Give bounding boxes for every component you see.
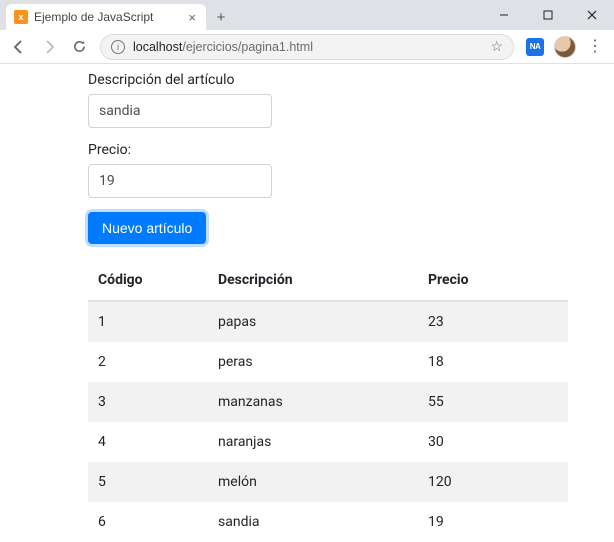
site-info-icon[interactable]: i — [111, 40, 125, 54]
table-header-row: Código Descripción Precio — [88, 260, 568, 301]
close-window-button[interactable] — [570, 0, 614, 30]
window-controls — [482, 0, 614, 30]
tab-title: Ejemplo de JavaScript — [34, 10, 186, 24]
forward-button[interactable] — [36, 34, 62, 60]
cell-precio: 120 — [418, 462, 568, 502]
cell-codigo: 1 — [88, 301, 208, 342]
nuevo-articulo-button[interactable]: Nuevo artículo — [88, 212, 206, 244]
table-row: 6sandia19 — [88, 502, 568, 542]
cell-codigo: 6 — [88, 502, 208, 542]
table-row: 5melón120 — [88, 462, 568, 502]
cell-desc: sandia — [208, 502, 418, 542]
url-host: localhost — [133, 40, 182, 54]
cell-precio: 19 — [418, 502, 568, 542]
avatar-icon — [554, 36, 576, 58]
browser-tab[interactable]: x Ejemplo de JavaScript × — [6, 4, 206, 30]
cell-desc: melón — [208, 462, 418, 502]
back-button[interactable] — [6, 34, 32, 60]
desc-label: Descripción del artículo — [88, 72, 614, 88]
articles-table: Código Descripción Precio 1papas232peras… — [88, 260, 568, 542]
cell-codigo: 3 — [88, 382, 208, 422]
browser-toolbar: i localhost/ejercicios/pagina1.html ☆ NA… — [0, 30, 614, 64]
extension-badge: NA — [526, 38, 544, 56]
bookmark-star-icon[interactable]: ☆ — [490, 38, 503, 55]
favicon-icon: x — [14, 10, 28, 24]
col-header-precio: Precio — [418, 260, 568, 301]
new-tab-button[interactable]: + — [210, 6, 232, 28]
cell-desc: papas — [208, 301, 418, 342]
extension-icon[interactable]: NA — [522, 34, 548, 60]
table-row: 4naranjas30 — [88, 422, 568, 462]
desc-input-value: sandia — [99, 103, 141, 119]
cell-desc: naranjas — [208, 422, 418, 462]
cell-precio: 18 — [418, 342, 568, 382]
cell-desc: manzanas — [208, 382, 418, 422]
url-path: /ejercicios/pagina1.html — [182, 40, 313, 54]
precio-input-value: 19 — [99, 173, 115, 189]
cell-codigo: 2 — [88, 342, 208, 382]
table-row: 2peras18 — [88, 342, 568, 382]
profile-avatar[interactable] — [552, 34, 578, 60]
cell-codigo: 4 — [88, 422, 208, 462]
cell-precio: 55 — [418, 382, 568, 422]
minimize-button[interactable] — [482, 0, 526, 30]
reload-button[interactable] — [66, 34, 92, 60]
cell-precio: 30 — [418, 422, 568, 462]
cell-precio: 23 — [418, 301, 568, 342]
maximize-button[interactable] — [526, 0, 570, 30]
cell-codigo: 5 — [88, 462, 208, 502]
desc-input[interactable]: sandia — [88, 94, 272, 128]
table-row: 1papas23 — [88, 301, 568, 342]
page-content: Descripción del artículo sandia Precio: … — [0, 64, 614, 542]
browser-menu-button[interactable]: ⋮ — [582, 34, 608, 60]
cell-desc: peras — [208, 342, 418, 382]
table-row: 3manzanas55 — [88, 382, 568, 422]
close-tab-icon[interactable]: × — [186, 10, 198, 25]
col-header-codigo: Código — [88, 260, 208, 301]
precio-label: Precio: — [88, 142, 614, 158]
address-bar[interactable]: i localhost/ejercicios/pagina1.html ☆ — [100, 34, 514, 60]
precio-input[interactable]: 19 — [88, 164, 272, 198]
window-titlebar: x Ejemplo de JavaScript × + — [0, 0, 614, 30]
col-header-desc: Descripción — [208, 260, 418, 301]
